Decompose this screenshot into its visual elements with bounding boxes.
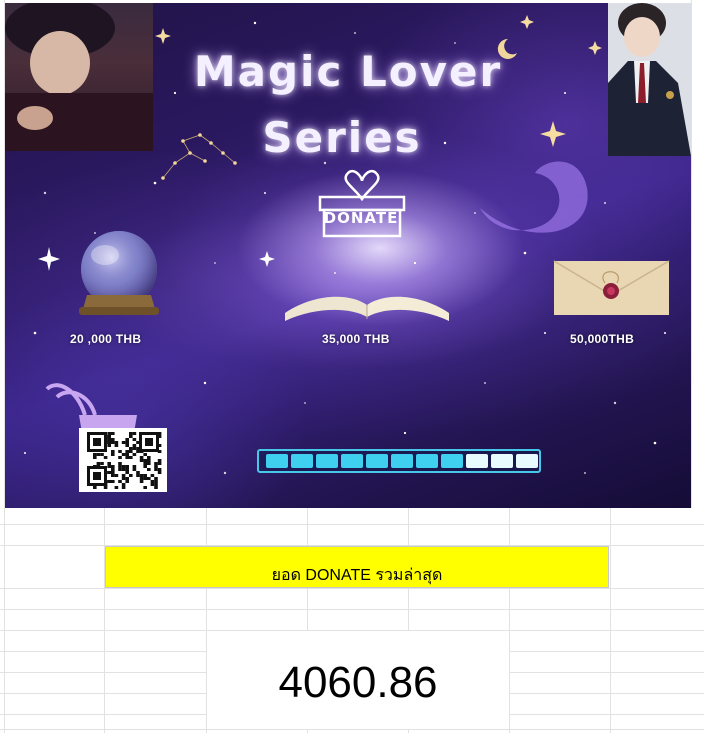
- tier-label-2: 35,000 THB: [322, 332, 390, 346]
- progress-segment-filled: [391, 454, 413, 468]
- banner-title-line1: Magic Lover: [193, 47, 503, 96]
- donate-total-value-cell[interactable]: 4060.86: [207, 631, 509, 729]
- tier-label-1: 20 ,000 THB: [70, 332, 142, 346]
- qr-code[interactable]: [79, 428, 167, 492]
- progress-segment-filled: [291, 454, 313, 468]
- progress-segment-filled: [441, 454, 463, 468]
- progress-segment-empty: [466, 454, 488, 468]
- donation-banner-image[interactable]: Magic Lover Series DONATE 20 ,000 THB 35…: [5, 3, 691, 508]
- donation-progress-bar: [257, 449, 541, 473]
- crystal-ball-icon: [79, 231, 159, 315]
- progress-segment-filled: [366, 454, 388, 468]
- donate-total-header-cell[interactable]: ยอด DONATE รวมล่าสุด: [105, 546, 609, 588]
- progress-segment-empty: [516, 454, 538, 468]
- tier-label-3: 50,000THB: [570, 332, 635, 346]
- progress-segment-filled: [316, 454, 338, 468]
- open-book-icon: [285, 296, 449, 321]
- qr-code-icon: [79, 428, 167, 492]
- banner-title-line2: Series: [262, 113, 422, 162]
- progress-segment-filled: [341, 454, 363, 468]
- progress-segment-filled: [266, 454, 288, 468]
- envelope-icon: [553, 260, 670, 315]
- progress-segment-empty: [491, 454, 513, 468]
- donate-gift-box-icon: [318, 169, 406, 238]
- purple-crescent-glow: [480, 161, 588, 233]
- donate-label: DONATE: [323, 209, 399, 227]
- progress-segment-filled: [416, 454, 438, 468]
